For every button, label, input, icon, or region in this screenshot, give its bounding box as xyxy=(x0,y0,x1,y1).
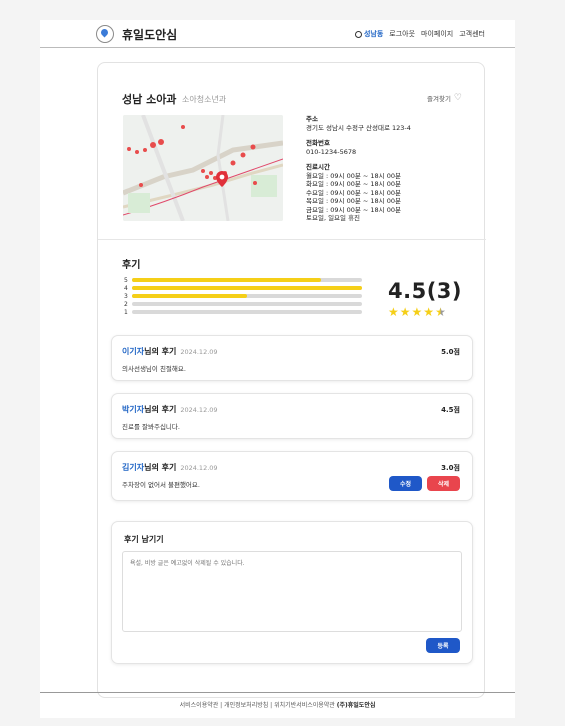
star-icon: ★ xyxy=(423,305,435,319)
section-divider xyxy=(98,239,486,240)
write-review-section: 후기 남기기 등록 xyxy=(111,521,473,664)
favorite-label: 즐겨찾기 xyxy=(427,95,451,103)
rating-bar-label: 1 xyxy=(124,308,128,316)
nav-location-label: 성남동 xyxy=(363,30,384,38)
phone-value[interactable]: 010-1234-5678 xyxy=(306,148,411,157)
nav-support[interactable]: 고객센터 xyxy=(459,29,485,39)
review-author[interactable]: 박기자 xyxy=(122,405,144,414)
review-body: 의사선생님이 친절해요. xyxy=(122,365,186,373)
rating-bar-row: 4 xyxy=(124,284,364,292)
footer-location-terms[interactable]: 위치기반서비스이용약관 xyxy=(274,702,335,709)
hours-row: 목요일 : 09시 00분 ~ 18시 00분 xyxy=(306,197,401,205)
address-label: 주소 xyxy=(306,115,318,123)
hours-row: 토요일, 일요일 휴진 xyxy=(306,214,361,222)
nav-mypage[interactable]: 마이페이지 xyxy=(421,29,453,39)
hospital-card: 성남 소아과 소아청소년과 즐겨찾기 ♡ 주소 경기도 성남시 수정구 산성대로… xyxy=(97,62,486,698)
rating-bar-label: 3 xyxy=(124,292,128,300)
rating-bar-row: 2 xyxy=(124,300,364,308)
rating-bar-fill xyxy=(132,294,247,298)
write-review-title: 후기 남기기 xyxy=(124,535,164,544)
star-icon: ★ xyxy=(399,305,411,319)
review-header: 박기자님의 후기 2024.12.09 xyxy=(122,404,218,415)
review-author[interactable]: 이기자 xyxy=(122,347,144,356)
review-header: 이기자님의 후기 2024.12.09 xyxy=(122,346,218,357)
reviews-title: 후기 xyxy=(122,260,141,271)
header: 휴일도안심 성남동 로그아웃 마이페이지 고객센터 xyxy=(40,20,515,48)
review-date: 2024.12.09 xyxy=(180,406,218,414)
review-score: 5.0점 xyxy=(441,348,460,356)
review-header: 김기자님의 후기 2024.12.09 xyxy=(122,462,218,473)
footer-links: 서비스이용약관 | 개인정보처리방침 | 위치기반서비스이용약관 (주)휴일도안… xyxy=(179,702,376,709)
edit-button[interactable]: 수정 xyxy=(389,476,422,491)
brand-name[interactable]: 휴일도안심 xyxy=(122,26,177,43)
page: 휴일도안심 성남동 로그아웃 마이페이지 고객센터 성남 소아과 소아청소년과 … xyxy=(40,20,515,718)
rating-bar-label: 5 xyxy=(124,276,128,284)
rating-bar-track xyxy=(132,302,362,306)
phone-label: 전화번호 xyxy=(306,139,330,147)
review-body: 주차장이 없어서 불편했어요. xyxy=(122,481,200,489)
rating-bar-label: 4 xyxy=(124,284,128,292)
star-icon: ★ xyxy=(411,305,423,319)
nav-location[interactable]: 성남동 xyxy=(354,29,384,39)
address-value: 경기도 성남시 수정구 산성대로 123-4 xyxy=(306,123,411,132)
half-star-icon: ★ xyxy=(435,305,446,319)
heart-icon: ♡ xyxy=(453,93,462,103)
review-card: 김기자님의 후기 2024.12.09 3.0점 주차장이 없어서 불편했어요. … xyxy=(111,451,473,501)
hours-row: 월요일 : 09시 00분 ~ 18시 00분 xyxy=(306,171,401,180)
review-body: 진료를 잘봐주십니다. xyxy=(122,423,180,431)
star-rating: ★ ★ ★ ★ ★ xyxy=(388,305,446,319)
review-card: 박기자님의 후기 2024.12.09 4.5점 진료를 잘봐주십니다. xyxy=(111,393,473,439)
rating-bar-track xyxy=(132,294,362,298)
review-score: 4.5점 xyxy=(441,406,460,414)
hospital-department: 소아청소년과 xyxy=(182,95,227,104)
top-nav: 성남동 로그아웃 마이페이지 고객센터 xyxy=(354,29,485,39)
hours-row: 금요일 : 09시 00분 ~ 18시 00분 xyxy=(306,205,401,214)
review-textarea[interactable] xyxy=(122,551,462,632)
submit-button[interactable]: 등록 xyxy=(426,638,460,653)
footer-company: (주)휴일도안심 xyxy=(336,702,376,709)
rating-bar-track xyxy=(132,286,362,290)
hospital-name: 성남 소아과 xyxy=(122,93,177,106)
footer-privacy[interactable]: 개인정보처리방침 xyxy=(224,702,268,709)
hours-row: 화요일 : 09시 00분 ~ 18시 00분 xyxy=(306,180,401,188)
review-card: 이기자님의 후기 2024.12.09 5.0점 의사선생님이 친절해요. xyxy=(111,335,473,381)
review-date: 2024.12.09 xyxy=(180,464,218,472)
review-suffix: 님의 후기 xyxy=(144,405,177,414)
average-score: 4.5(3) xyxy=(388,279,463,303)
rating-bar-row: 3 xyxy=(124,292,364,300)
review-score: 3.0점 xyxy=(441,464,460,472)
rating-bar-row: 1 xyxy=(124,308,364,316)
hours-row: 수요일 : 09시 00분 ~ 18시 00분 xyxy=(306,188,401,197)
rating-bar-row: 5 xyxy=(124,276,364,284)
review-suffix: 님의 후기 xyxy=(144,347,177,356)
review-suffix: 님의 후기 xyxy=(144,463,177,472)
logo-pin-icon[interactable] xyxy=(96,25,114,43)
nav-logout[interactable]: 로그아웃 xyxy=(389,29,415,39)
rating-bar-fill xyxy=(132,286,362,290)
star-icon: ★ xyxy=(388,305,399,319)
footer-divider xyxy=(40,692,515,693)
rating-bar-fill xyxy=(132,278,321,282)
rating-distribution: 5 4 3 2 1 xyxy=(124,276,364,316)
map-view[interactable] xyxy=(123,115,283,221)
footer-terms[interactable]: 서비스이용약관 xyxy=(180,702,219,709)
user-icon xyxy=(354,30,362,38)
rating-bar-track xyxy=(132,278,362,282)
hospital-info: 주소 경기도 성남시 수정구 산성대로 123-4 전화번호 010-1234-… xyxy=(306,115,411,223)
rating-bar-label: 2 xyxy=(124,300,128,308)
delete-button[interactable]: 삭제 xyxy=(427,476,460,491)
favorite-button[interactable]: 즐겨찾기 ♡ xyxy=(427,93,462,103)
hours-label: 진료시간 xyxy=(306,163,330,171)
review-date: 2024.12.09 xyxy=(180,348,218,356)
review-author[interactable]: 김기자 xyxy=(122,463,144,472)
rating-bar-track xyxy=(132,310,362,314)
